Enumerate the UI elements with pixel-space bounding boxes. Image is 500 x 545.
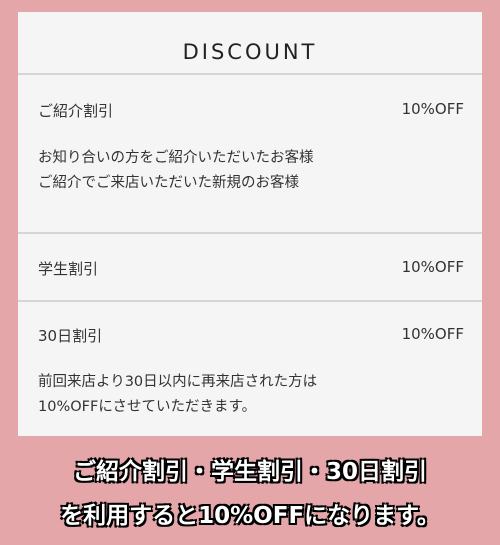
discount-value: 10%OFF <box>401 258 464 276</box>
caption-line-1: ご紹介割引・学生割引・30日割引 <box>72 459 427 485</box>
discount-label: 学生割引 <box>38 260 99 278</box>
divider <box>18 73 482 75</box>
discount-label: 30日割引 <box>38 327 103 345</box>
caption-line-2: を利用すると10%OFFになります。 <box>60 503 440 529</box>
discount-label: ご紹介割引 <box>38 102 114 120</box>
discount-card: DISCOUNT ご紹介割引 10%OFF お知り合いの方をご紹介いただいたお客… <box>18 12 482 436</box>
discount-description: 前回来店より30日以内に再来店された方は 10%OFFにさせていただきます。 <box>38 374 318 415</box>
discount-value: 10%OFF <box>401 325 464 343</box>
discount-value: 10%OFF <box>401 100 464 118</box>
divider <box>18 300 482 302</box>
page-title: DISCOUNT <box>182 40 318 64</box>
discount-description: お知り合いの方をご紹介いただいたお客様 ご紹介でご来店いただいた新規のお客様 <box>38 150 314 191</box>
divider <box>18 232 482 234</box>
